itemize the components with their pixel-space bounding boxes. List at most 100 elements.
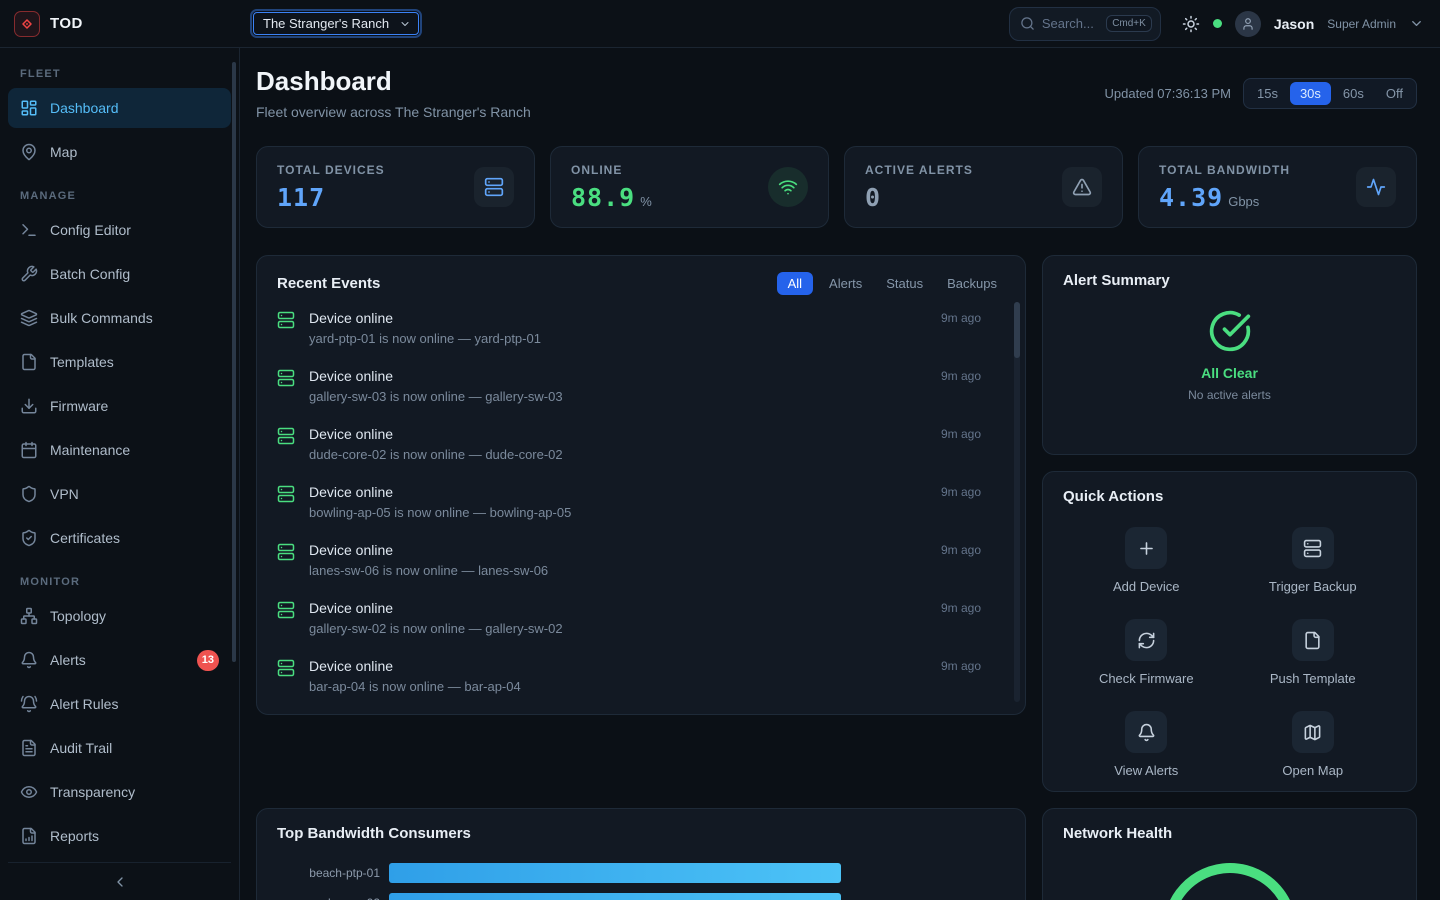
section-label-monitor: MONITOR: [8, 562, 231, 596]
shield-icon: [20, 485, 38, 503]
bell-icon: [1125, 711, 1167, 753]
event-row[interactable]: Device online bowling-ap-05 is now onlin…: [277, 473, 981, 531]
sidebar-item-dashboard[interactable]: Dashboard: [8, 88, 231, 128]
top-bandwidth-card: Top Bandwidth Consumers beach-ptp-01 bar…: [256, 808, 1026, 900]
sidebar-item-audit-trail[interactable]: Audit Trail: [8, 728, 231, 768]
check-firmware-button[interactable]: Check Firmware: [1099, 619, 1194, 686]
event-title: Device online: [309, 425, 563, 443]
event-row[interactable]: Device online gallery-sw-02 is now onlin…: [277, 589, 981, 647]
sidebar-item-certificates[interactable]: Certificates: [8, 518, 231, 558]
activity-icon: [1356, 167, 1396, 207]
search-input[interactable]: [1042, 16, 1099, 31]
event-row[interactable]: Device online yard-ptp-01 is now online …: [277, 299, 981, 357]
tab-all[interactable]: All: [777, 272, 813, 295]
trigger-backup-button[interactable]: Trigger Backup: [1269, 527, 1357, 594]
sidebar-item-maintenance[interactable]: Maintenance: [8, 430, 231, 470]
event-time: 9m ago: [941, 657, 981, 673]
topbar: TOD The Stranger's Ranch Cmd+K Jason Sup…: [0, 0, 1440, 48]
sidebar-item-label: Bulk Commands: [50, 310, 153, 326]
user-menu-chevron-icon[interactable]: [1409, 16, 1424, 31]
event-filter-tabs: All Alerts Status Backups: [777, 272, 1005, 295]
sidebar-item-firmware[interactable]: Firmware: [8, 386, 231, 426]
refresh-option-off[interactable]: Off: [1376, 82, 1413, 105]
chevron-down-icon: [399, 18, 411, 30]
layers-icon: [20, 309, 38, 327]
add-device-button[interactable]: Add Device: [1113, 527, 1179, 594]
event-detail: lanes-sw-06 is now online — lanes-sw-06: [309, 563, 548, 579]
tab-backups[interactable]: Backups: [939, 272, 1005, 295]
sidebar-item-label: Audit Trail: [50, 740, 112, 756]
network-icon: [20, 607, 38, 625]
chevron-left-icon: [112, 874, 128, 890]
alert-summary-title: Alert Summary: [1063, 272, 1396, 289]
event-detail: gallery-sw-02 is now online — gallery-sw…: [309, 621, 563, 637]
bandwidth-device-label: beach-ptp-01: [277, 866, 389, 880]
stat-unit: Gbps: [1228, 194, 1259, 209]
event-row[interactable]: Device online lanes-sw-06 is now online …: [277, 531, 981, 589]
push-template-button[interactable]: Push Template: [1270, 619, 1356, 686]
server-icon: [277, 427, 295, 445]
shield-check-icon: [20, 529, 38, 547]
alert-triangle-icon: [1062, 167, 1102, 207]
sidebar-item-topology[interactable]: Topology: [8, 596, 231, 636]
sidebar-collapse-button[interactable]: [8, 862, 231, 900]
event-row[interactable]: Device online perimeter-ptp-01 is now on…: [277, 705, 981, 714]
search-box[interactable]: Cmd+K: [1009, 7, 1161, 41]
eye-icon: [20, 783, 38, 801]
sidebar-item-vpn[interactable]: VPN: [8, 474, 231, 514]
sidebar-item-label: Maintenance: [50, 442, 130, 458]
sidebar-item-templates[interactable]: Templates: [8, 342, 231, 382]
view-alerts-button[interactable]: View Alerts: [1114, 711, 1178, 778]
stat-label: ACTIVE ALERTS: [865, 163, 973, 177]
event-detail: dude-core-02 is now online — dude-core-0…: [309, 447, 563, 463]
last-updated-text: Updated 07:36:13 PM: [1105, 86, 1231, 101]
sidebar-item-alerts[interactable]: Alerts 13: [8, 640, 231, 680]
event-row[interactable]: Device online bar-ap-04 is now online — …: [277, 647, 981, 705]
events-scrollbar-thumb[interactable]: [1014, 302, 1020, 358]
tab-alerts[interactable]: Alerts: [821, 272, 870, 295]
tab-status[interactable]: Status: [878, 272, 931, 295]
event-title: Device online: [309, 599, 563, 617]
sidebar-item-transparency[interactable]: Transparency: [8, 772, 231, 812]
sidebar-item-map[interactable]: Map: [8, 132, 231, 172]
top-bandwidth-title: Top Bandwidth Consumers: [277, 825, 1005, 842]
open-map-button[interactable]: Open Map: [1282, 711, 1343, 778]
refresh-icon: [1125, 619, 1167, 661]
refresh-option-60s[interactable]: 60s: [1333, 82, 1374, 105]
quick-action-label: Add Device: [1113, 579, 1179, 594]
theme-toggle-button[interactable]: [1182, 15, 1200, 33]
file-icon: [20, 353, 38, 371]
sidebar-item-batch-config[interactable]: Batch Config: [8, 254, 231, 294]
sidebar-item-label: VPN: [50, 486, 79, 502]
events-scrollbar[interactable]: [1014, 302, 1020, 702]
sidebar-scrollbar[interactable]: [232, 62, 236, 662]
sidebar-item-reports[interactable]: Reports: [8, 816, 231, 856]
quick-actions-card: Quick Actions Add Device Trigger Backup: [1042, 471, 1417, 792]
sidebar-item-bulk-commands[interactable]: Bulk Commands: [8, 298, 231, 338]
avatar[interactable]: [1235, 11, 1261, 37]
bandwidth-chart: beach-ptp-01 bar-ap-02: [277, 858, 1005, 900]
network-health-title: Network Health: [1063, 825, 1396, 842]
stat-card-total-devices: TOTAL DEVICES 117: [256, 146, 535, 228]
event-row[interactable]: Device online gallery-sw-03 is now onlin…: [277, 357, 981, 415]
alert-status-text: All Clear: [1201, 365, 1258, 381]
file-icon: [1292, 619, 1334, 661]
server-icon: [277, 601, 295, 619]
server-icon: [277, 659, 295, 677]
bandwidth-row: bar-ap-02: [277, 888, 1005, 900]
map-pin-icon: [20, 143, 38, 161]
event-row[interactable]: Device online dude-core-02 is now online…: [277, 415, 981, 473]
quick-action-label: View Alerts: [1114, 763, 1178, 778]
refresh-option-30s[interactable]: 30s: [1290, 82, 1331, 105]
page-header: Dashboard Fleet overview across The Stra…: [256, 66, 1417, 120]
refresh-option-15s[interactable]: 15s: [1247, 82, 1288, 105]
sidebar-item-config-editor[interactable]: Config Editor: [8, 210, 231, 250]
terminal-icon: [20, 221, 38, 239]
download-icon: [20, 397, 38, 415]
file-text-icon: [20, 739, 38, 757]
site-selector[interactable]: The Stranger's Ranch: [253, 12, 419, 35]
event-detail: yard-ptp-01 is now online — yard-ptp-01: [309, 331, 541, 347]
bandwidth-bar-1: [389, 893, 841, 900]
event-title: Device online: [309, 483, 571, 501]
sidebar-item-alert-rules[interactable]: Alert Rules: [8, 684, 231, 724]
